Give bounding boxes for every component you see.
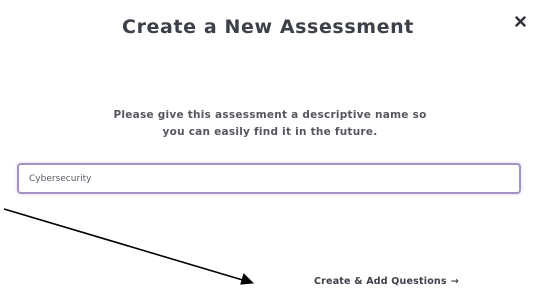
close-icon (514, 15, 526, 27)
create-assessment-modal: Create a New Assessment Please give this… (0, 0, 536, 298)
modal-title: Create a New Assessment (122, 16, 414, 38)
create-and-add-questions-button[interactable]: Create & Add Questions → (314, 276, 459, 287)
close-button[interactable] (509, 10, 531, 32)
assessment-name-input[interactable] (17, 163, 521, 194)
create-button-label: Create & Add Questions (314, 276, 447, 287)
description-line-1: Please give this assessment a descriptiv… (113, 109, 427, 121)
arrow-right-icon: → (450, 276, 459, 287)
description-line-2: you can easily find it in the future. (162, 126, 378, 138)
modal-description: Please give this assessment a descriptiv… (60, 107, 480, 141)
